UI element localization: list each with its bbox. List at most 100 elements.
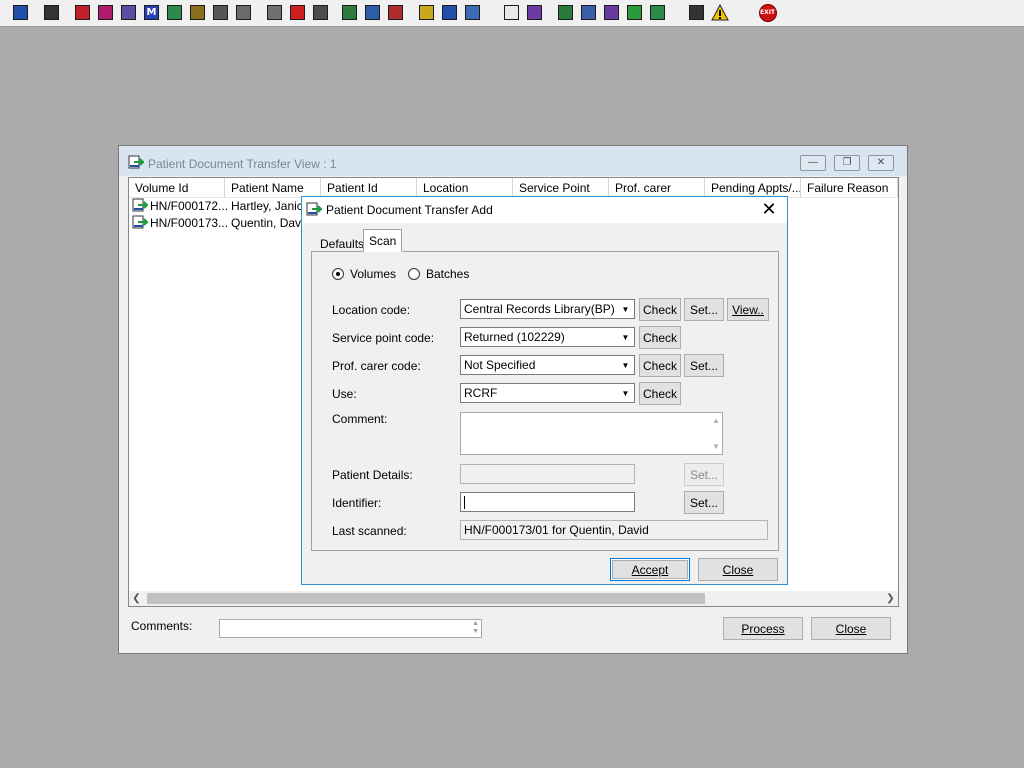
location-code-value: Central Records Library(BP) (464, 302, 615, 316)
document-chart-button[interactable] (339, 2, 360, 23)
edit-book-button[interactable] (95, 2, 116, 23)
globe-button[interactable] (555, 2, 576, 23)
scroll-down-icon[interactable]: ▼ (712, 442, 720, 451)
transfer-view-titlebar[interactable]: Patient Document Transfer View : 1 — ❐ ✕ (119, 146, 907, 176)
column-header-patient-name[interactable]: Patient Name (225, 178, 321, 198)
handshake-button[interactable] (210, 2, 231, 23)
identifier-input[interactable] (460, 492, 635, 512)
column-header-prof-carer[interactable]: Prof. carer (609, 178, 705, 198)
yellow-notes-button[interactable] (416, 2, 437, 23)
use-check-button[interactable]: Check (639, 382, 681, 405)
form-button[interactable] (118, 2, 139, 23)
bar-chart-button[interactable] (524, 2, 545, 23)
minimize-icon: — (808, 157, 818, 168)
mail-green-icon (627, 5, 642, 20)
comment-label: Comment: (332, 412, 388, 426)
batches-radio-label: Batches (426, 267, 470, 281)
close-dialog-icon[interactable]: ✕ (759, 200, 779, 220)
time-report-button[interactable] (385, 2, 406, 23)
exit-button[interactable]: EXIT (757, 2, 778, 23)
dropdown-arrow-icon[interactable]: ▼ (617, 384, 634, 402)
note-pencil-button[interactable] (264, 2, 285, 23)
column-header-volume-id[interactable]: Volume Id (129, 178, 225, 198)
service-point-code-combo[interactable]: Returned (102229) ▼ (460, 327, 635, 347)
document-list-button[interactable] (362, 2, 383, 23)
printer-icon (44, 5, 59, 20)
horizontal-scrollbar[interactable]: ❮ ❯ (129, 591, 898, 606)
location-check-button[interactable]: Check (639, 298, 681, 321)
column-header-location[interactable]: Location (417, 178, 513, 198)
prof-carer-code-value: Not Specified (464, 358, 536, 372)
minimize-button[interactable]: — (800, 155, 826, 171)
dropdown-arrow-icon[interactable]: ▼ (617, 356, 634, 374)
screen-button[interactable] (310, 2, 331, 23)
scan-tab-panel: Volumes Batches Location code: Central R… (311, 251, 779, 551)
swap-arrows-button[interactable] (686, 2, 707, 23)
service-point-check-button[interactable]: Check (639, 326, 681, 349)
identifier-set-button[interactable]: Set... (684, 491, 724, 514)
user-button[interactable] (10, 2, 31, 23)
location-set-button[interactable]: Set... (684, 298, 724, 321)
volumes-radio[interactable]: Volumes (332, 267, 396, 281)
clinician-icon (167, 5, 182, 20)
location-code-combo[interactable]: Central Records Library(BP) ▼ (460, 299, 635, 319)
people-transfer-button[interactable] (462, 2, 483, 23)
location-view-button[interactable]: View.. (727, 298, 769, 321)
view-close-button[interactable]: Close (811, 617, 891, 640)
ambulance-icon (442, 5, 457, 20)
prof-carer-check-button[interactable]: Check (639, 354, 681, 377)
check-button-label: Check (642, 330, 677, 345)
prof-carer-set-button[interactable]: Set... (684, 354, 724, 377)
printer-button[interactable] (41, 2, 62, 23)
transfer-add-titlebar[interactable]: Patient Document Transfer Add ✕ (302, 197, 787, 223)
radio-unselected-icon[interactable] (408, 268, 420, 280)
clock-button[interactable] (287, 2, 308, 23)
blank-page-icon (504, 5, 519, 20)
mail-list-button[interactable] (578, 2, 599, 23)
warning-button[interactable] (709, 2, 730, 23)
transfer-button[interactable] (647, 2, 668, 23)
transfer-app-icon (306, 202, 324, 221)
mail-list-icon (581, 5, 596, 20)
comment-textarea[interactable]: ▲ ▼ (460, 412, 723, 455)
comments-input[interactable]: ▲ ▼ (219, 619, 482, 638)
volumes-radio-label: Volumes (350, 267, 397, 281)
dropdown-arrow-icon[interactable]: ▼ (617, 300, 634, 318)
dialog-close-button[interactable]: Close (698, 558, 778, 581)
notes-button[interactable] (187, 2, 208, 23)
close-window-button[interactable]: ✕ (868, 155, 894, 171)
identifier-label: Identifier: (332, 496, 382, 510)
prof-carer-code-combo[interactable]: Not Specified ▼ (460, 355, 635, 375)
scroll-left-icon[interactable]: ❮ (129, 591, 144, 606)
accept-button[interactable]: Accept (610, 558, 690, 581)
comments-spin-icon[interactable]: ▲ ▼ (472, 620, 479, 636)
column-header-failure-reason[interactable]: Failure Reason (801, 178, 898, 198)
use-combo[interactable]: RCRF ▼ (460, 383, 635, 403)
dropdown-arrow-icon[interactable]: ▼ (617, 328, 634, 346)
cell-patient-name: Quentin, David (231, 216, 301, 230)
ambulance-button[interactable] (439, 2, 460, 23)
column-header-patient-id[interactable]: Patient Id (321, 178, 417, 198)
column-header-service-point[interactable]: Service Point (513, 178, 609, 198)
set-button-label: Set... (689, 358, 718, 373)
handshake-alt-button[interactable] (233, 2, 254, 23)
radio-selected-icon[interactable] (332, 268, 344, 280)
text-caret (464, 496, 465, 509)
globe-icon (558, 5, 573, 20)
letter-m-button[interactable]: M (141, 2, 162, 23)
batches-radio[interactable]: Batches (408, 267, 469, 281)
process-button[interactable]: Process (723, 617, 803, 640)
red-book-button[interactable] (72, 2, 93, 23)
column-header-pending-appts[interactable]: Pending Appts/... (705, 178, 801, 198)
mail-green-button[interactable] (624, 2, 645, 23)
scroll-up-icon[interactable]: ▲ (712, 416, 720, 425)
scroll-right-icon[interactable]: ❯ (883, 591, 898, 606)
mail-check-button[interactable] (601, 2, 622, 23)
scrollbar-thumb[interactable] (147, 593, 705, 604)
screen-icon (313, 5, 328, 20)
restore-button[interactable]: ❐ (834, 155, 860, 171)
clinician-button[interactable] (164, 2, 185, 23)
tab-scan[interactable]: Scan (363, 229, 403, 252)
tab-defaults[interactable]: Defaults (314, 233, 371, 253)
blank-page-button[interactable] (501, 2, 522, 23)
